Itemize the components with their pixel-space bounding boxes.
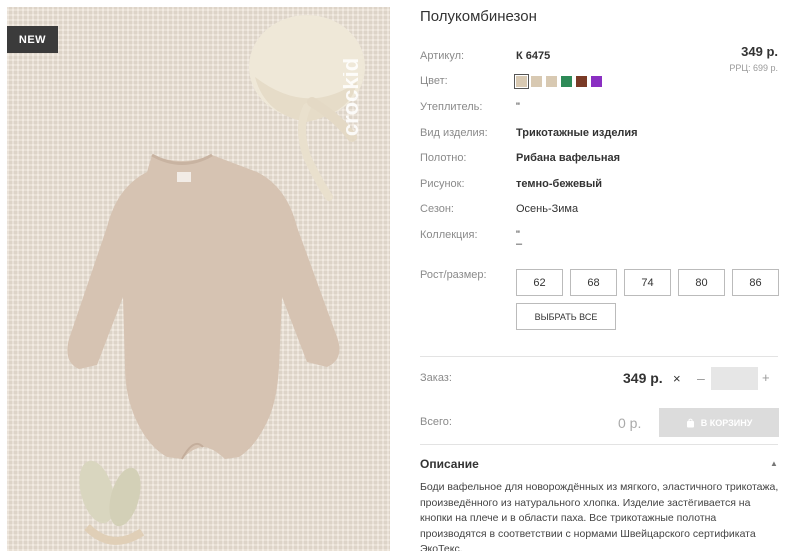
attr-value: Рибана вафельная: [516, 152, 621, 164]
product-price: 349 р.: [741, 44, 778, 59]
attr-value: ": [516, 101, 520, 113]
sizes-label: Рост/размер:: [420, 269, 487, 281]
attr-value: К 6475: [516, 50, 551, 62]
color-swatch[interactable]: [514, 74, 529, 89]
attr-label: Рисунок:: [420, 178, 465, 190]
description-text: Боди вафельное для новорождённых из мягк…: [420, 481, 779, 551]
size-button[interactable]: 86: [732, 269, 779, 296]
bodysuit-illustration: [67, 15, 365, 545]
size-options: 62 68 74 80 86: [516, 269, 779, 296]
attr-value: Осень-Зима: [516, 203, 579, 215]
description-title[interactable]: Описание: [420, 457, 479, 471]
attr-value: –: [516, 238, 523, 250]
size-button[interactable]: 62: [516, 269, 563, 296]
color-swatches: [514, 74, 602, 89]
collapse-arrow-icon[interactable]: ▲: [770, 459, 778, 468]
quantity-input[interactable]: [711, 367, 758, 390]
cart-icon: [686, 418, 694, 427]
cart-button-label: В КОРЗИНУ: [700, 417, 753, 428]
size-button[interactable]: 68: [570, 269, 617, 296]
attr-value: темно-бежевый: [516, 178, 602, 190]
attr-value: Трикотажные изделия: [516, 127, 638, 139]
rrp-price: РРЦ: 699 р.: [729, 63, 778, 73]
attr-label: Сезон:: [420, 203, 454, 215]
total-value: 0 р.: [618, 415, 642, 431]
product-photo[interactable]: NEW crockid: [7, 7, 390, 551]
divider: [420, 356, 778, 357]
attr-label: Вид изделия:: [420, 127, 488, 139]
order-label: Заказ:: [420, 372, 452, 384]
color-swatch[interactable]: [531, 76, 542, 87]
color-swatch[interactable]: [561, 76, 572, 87]
add-to-cart-button[interactable]: В КОРЗИНУ: [659, 408, 779, 437]
attr-label: Артикул:: [420, 50, 465, 62]
increment-button[interactable]: +: [762, 370, 770, 385]
size-button[interactable]: 74: [624, 269, 671, 296]
total-label: Всего:: [420, 416, 452, 428]
attr-label: Утеплитель:: [420, 101, 483, 113]
size-button[interactable]: 80: [678, 269, 725, 296]
new-badge: NEW: [7, 26, 58, 53]
color-swatch[interactable]: [576, 76, 587, 87]
color-swatch[interactable]: [546, 76, 557, 87]
order-price: 349 р.: [623, 370, 663, 386]
svg-text:crockid: crockid: [343, 58, 363, 136]
toy-image: [79, 460, 145, 545]
bodysuit-image: [67, 153, 340, 460]
attr-label: Коллекция:: [420, 229, 478, 241]
brand-watermark: crockid: [343, 58, 363, 136]
attr-label: Цвет:: [420, 75, 448, 87]
divider: [420, 444, 778, 445]
select-all-button[interactable]: ВЫБРАТЬ ВСЕ: [516, 303, 616, 330]
color-swatch[interactable]: [591, 76, 602, 87]
attr-label: Полотно:: [420, 152, 467, 164]
remove-icon[interactable]: ×: [673, 371, 681, 386]
decrement-button[interactable]: –: [697, 370, 705, 386]
product-title: Полукомбинезон: [420, 8, 537, 25]
